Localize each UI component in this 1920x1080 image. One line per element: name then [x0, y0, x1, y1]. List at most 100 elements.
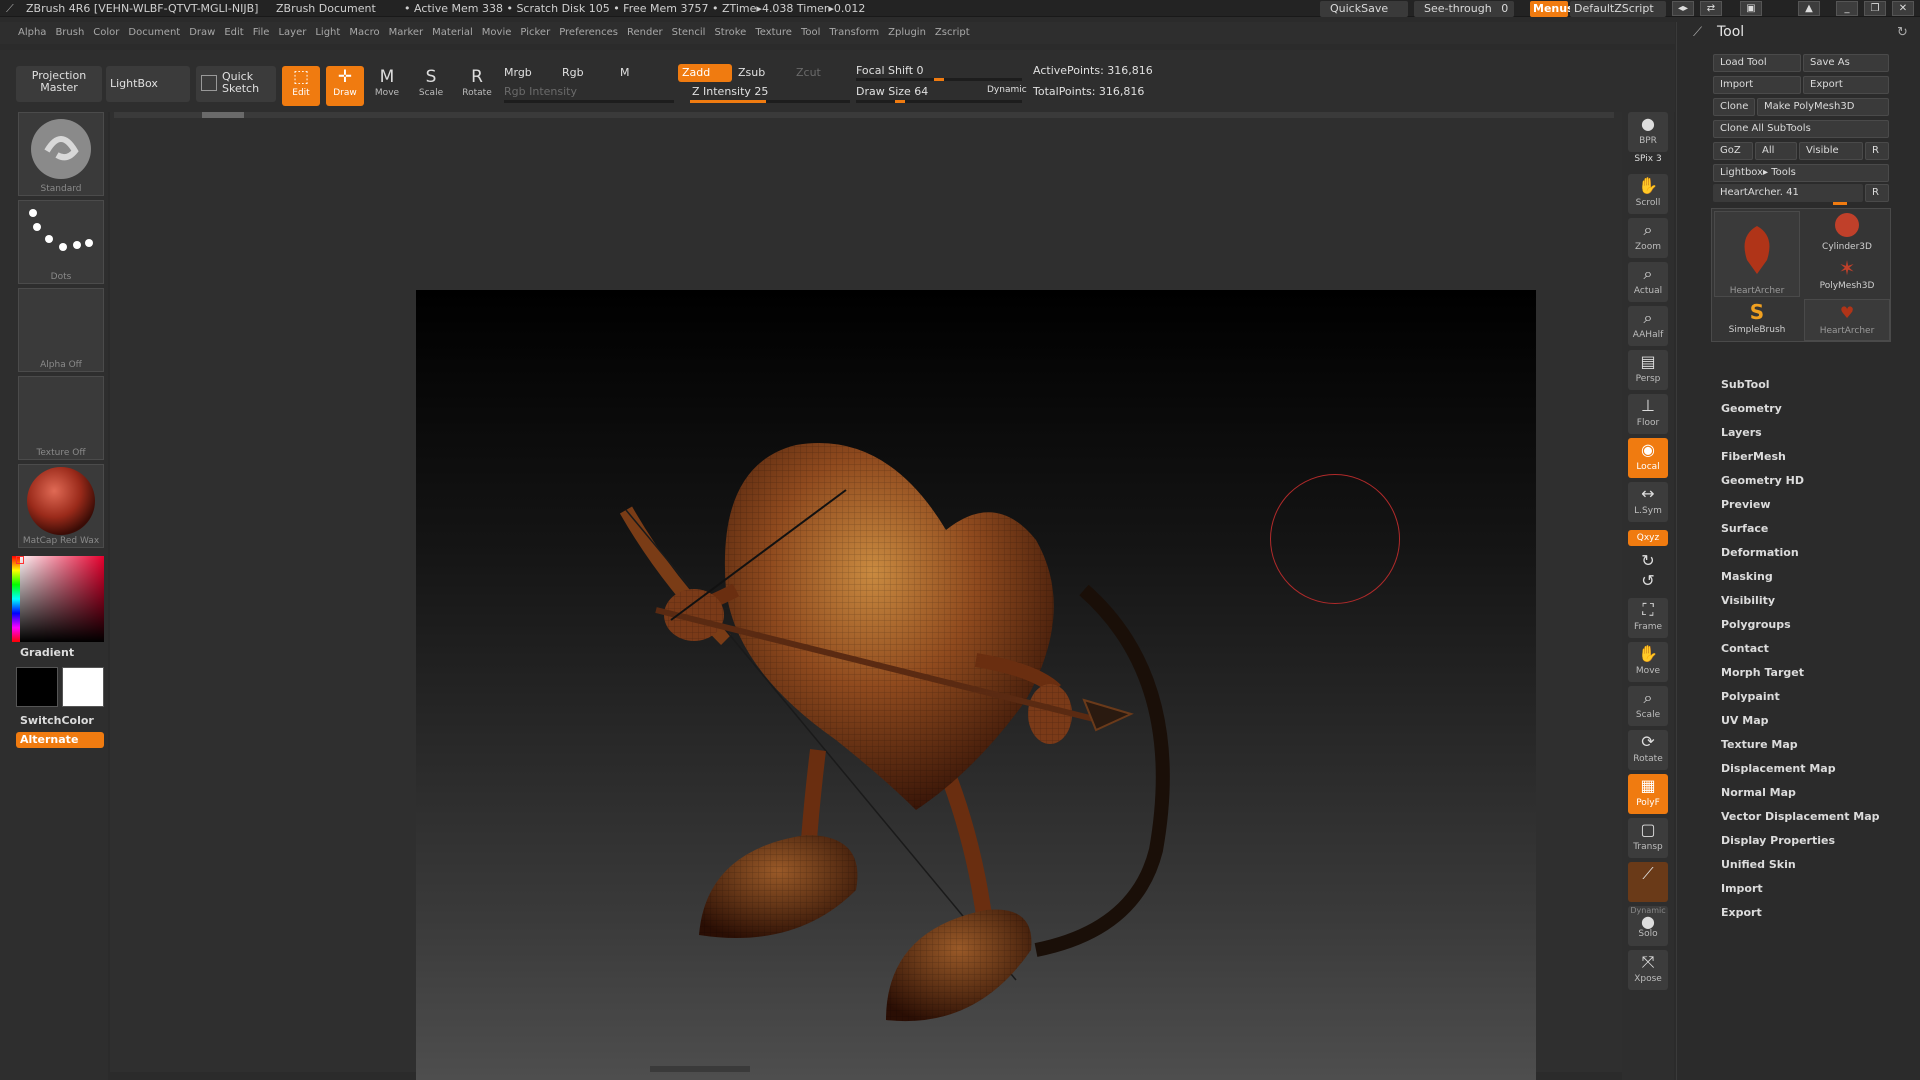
- gradient-label[interactable]: Gradient: [20, 646, 74, 659]
- actual-button[interactable]: ⌕ Actual: [1628, 262, 1668, 302]
- m-button[interactable]: M: [620, 66, 630, 79]
- lsym-button[interactable]: ↔ L.Sym: [1628, 482, 1668, 522]
- xyz-button[interactable]: Qxyz: [1628, 530, 1668, 546]
- tool-section-displacement-map[interactable]: Displacement Map: [1721, 762, 1836, 775]
- alpha-selector[interactable]: Alpha Off: [18, 288, 104, 372]
- tool-section-normal-map[interactable]: Normal Map: [1721, 786, 1796, 799]
- tool-section-vector-displacement-map[interactable]: Vector Displacement Map: [1721, 810, 1880, 823]
- tool-section-uv-map[interactable]: UV Map: [1721, 714, 1769, 727]
- rotate-z-icon[interactable]: ↺: [1628, 572, 1668, 590]
- aahalf-button[interactable]: ⌕ AAHalf: [1628, 306, 1668, 346]
- refresh-icon[interactable]: ↻: [1897, 25, 1908, 40]
- menu-marker[interactable]: Marker: [389, 22, 424, 44]
- bottom-tray-handle-icon[interactable]: [650, 1066, 750, 1072]
- menu-zscript[interactable]: Zscript: [935, 22, 970, 44]
- rgb-intensity-slider[interactable]: Rgb Intensity: [504, 85, 577, 98]
- tool-thumb-simplebrush[interactable]: S SimpleBrush: [1714, 299, 1800, 341]
- tool-section-surface[interactable]: Surface: [1721, 522, 1768, 535]
- brush-selector[interactable]: Standard: [18, 112, 104, 196]
- tool-section-deformation[interactable]: Deformation: [1721, 546, 1799, 559]
- menu-file[interactable]: File: [253, 22, 270, 44]
- stroke-selector[interactable]: Dots: [18, 200, 104, 284]
- tool-section-export[interactable]: Export: [1721, 906, 1762, 919]
- maximize-icon[interactable]: ❐: [1864, 1, 1886, 16]
- minimize-icon[interactable]: _: [1836, 1, 1858, 16]
- tool-section-contact[interactable]: Contact: [1721, 642, 1769, 655]
- layout-window-icon[interactable]: ▣: [1740, 1, 1762, 16]
- tool-section-visibility[interactable]: Visibility: [1721, 594, 1775, 607]
- clone-all-subtools-button[interactable]: Clone All SubTools: [1713, 120, 1889, 138]
- tool-thumb-heartarcher[interactable]: HeartArcher: [1714, 211, 1800, 297]
- goz-all-button[interactable]: All: [1755, 142, 1797, 160]
- bpr-button[interactable]: ● BPR: [1628, 112, 1668, 152]
- secondary-color-swatch[interactable]: [62, 667, 104, 707]
- mrgb-button[interactable]: Mrgb: [504, 66, 532, 79]
- tool-thumb-polymesh3d[interactable]: ✶ PolyMesh3D: [1804, 255, 1890, 297]
- menu-movie[interactable]: Movie: [482, 22, 512, 44]
- tool-section-unified-skin[interactable]: Unified Skin: [1721, 858, 1796, 871]
- rgb-button[interactable]: Rgb: [562, 66, 584, 79]
- see-through-slider[interactable]: See-through 0: [1414, 1, 1514, 17]
- menu-document[interactable]: Document: [128, 22, 180, 44]
- move-button[interactable]: M Move: [368, 66, 406, 106]
- menu-color[interactable]: Color: [93, 22, 119, 44]
- menu-zplugin[interactable]: Zplugin: [888, 22, 926, 44]
- scroll-thumb[interactable]: [202, 112, 244, 118]
- tool-section-texture-map[interactable]: Texture Map: [1721, 738, 1798, 751]
- clone-button[interactable]: Clone: [1713, 98, 1755, 116]
- menu-stroke[interactable]: Stroke: [714, 22, 746, 44]
- lock-icon[interactable]: ▲: [1798, 1, 1820, 16]
- edit-button[interactable]: ⬚ Edit: [282, 66, 320, 106]
- zadd-button[interactable]: Zadd: [678, 64, 732, 82]
- tool-section-geometry[interactable]: Geometry: [1721, 402, 1782, 415]
- import-tool-button[interactable]: Import: [1713, 76, 1801, 94]
- rotate-view-button[interactable]: ⟳ Rotate: [1628, 730, 1668, 770]
- ghost-button[interactable]: ⟋: [1628, 862, 1668, 902]
- horizontal-scrollbar[interactable]: [114, 112, 1614, 118]
- focal-shift-slider[interactable]: Focal Shift 0: [856, 64, 924, 77]
- tool-section-masking[interactable]: Masking: [1721, 570, 1773, 583]
- menu-picker[interactable]: Picker: [520, 22, 550, 44]
- default-zscript-button[interactable]: DefaultZScript: [1570, 1, 1666, 17]
- tool-thumb-cylinder3d[interactable]: Cylinder3D: [1804, 211, 1890, 253]
- layout-arrows-icon[interactable]: ◂▸: [1672, 1, 1694, 16]
- lightbox-button[interactable]: LightBox: [106, 66, 190, 102]
- tool-section-preview[interactable]: Preview: [1721, 498, 1771, 511]
- z-intensity-slider[interactable]: Z Intensity 25: [692, 85, 768, 98]
- alternate-button[interactable]: Alternate: [16, 732, 104, 748]
- solo-button[interactable]: Dynamic ● Solo: [1628, 906, 1668, 946]
- local-button[interactable]: ◉ Local: [1628, 438, 1668, 478]
- zsub-button[interactable]: Zsub: [738, 66, 765, 79]
- current-tool-r-button[interactable]: R: [1865, 184, 1889, 202]
- load-tool-button[interactable]: Load Tool: [1713, 54, 1801, 72]
- polyf-button[interactable]: ▦ PolyF: [1628, 774, 1668, 814]
- xpose-button[interactable]: ⤧ Xpose: [1628, 950, 1668, 990]
- zcut-button[interactable]: Zcut: [796, 66, 821, 79]
- tool-section-polygroups[interactable]: Polygroups: [1721, 618, 1791, 631]
- menu-render[interactable]: Render: [627, 22, 663, 44]
- menu-alpha[interactable]: Alpha: [18, 22, 46, 44]
- dynamic-button[interactable]: Dynamic: [987, 85, 1027, 95]
- tool-section-geometry-hd[interactable]: Geometry HD: [1721, 474, 1804, 487]
- draw-button[interactable]: ✛ Draw: [326, 66, 364, 106]
- spix-slider[interactable]: SPix 3: [1626, 154, 1670, 164]
- export-tool-button[interactable]: Export: [1803, 76, 1889, 94]
- tool-section-display-properties[interactable]: Display Properties: [1721, 834, 1835, 847]
- menu-light[interactable]: Light: [315, 22, 340, 44]
- texture-selector[interactable]: Texture Off: [18, 376, 104, 460]
- current-tool-slider[interactable]: HeartArcher. 41: [1713, 184, 1863, 202]
- goz-visible-button[interactable]: Visible: [1799, 142, 1863, 160]
- menu-texture[interactable]: Texture: [755, 22, 792, 44]
- document-canvas[interactable]: [416, 290, 1536, 1080]
- tool-thumb-heartarcher-2[interactable]: ♥ HeartArcher: [1804, 299, 1890, 341]
- scroll-button[interactable]: ✋ Scroll: [1628, 174, 1668, 214]
- menu-preferences[interactable]: Preferences: [559, 22, 618, 44]
- color-picker[interactable]: [12, 556, 104, 642]
- menu-edit[interactable]: Edit: [224, 22, 243, 44]
- goz-r-button[interactable]: R: [1865, 142, 1889, 160]
- material-selector[interactable]: MatCap Red Wax: [18, 464, 104, 548]
- menu-macro[interactable]: Macro: [349, 22, 379, 44]
- menu-tool[interactable]: Tool: [801, 22, 820, 44]
- make-polymesh-button[interactable]: Make PolyMesh3D: [1757, 98, 1889, 116]
- menu-layer[interactable]: Layer: [278, 22, 306, 44]
